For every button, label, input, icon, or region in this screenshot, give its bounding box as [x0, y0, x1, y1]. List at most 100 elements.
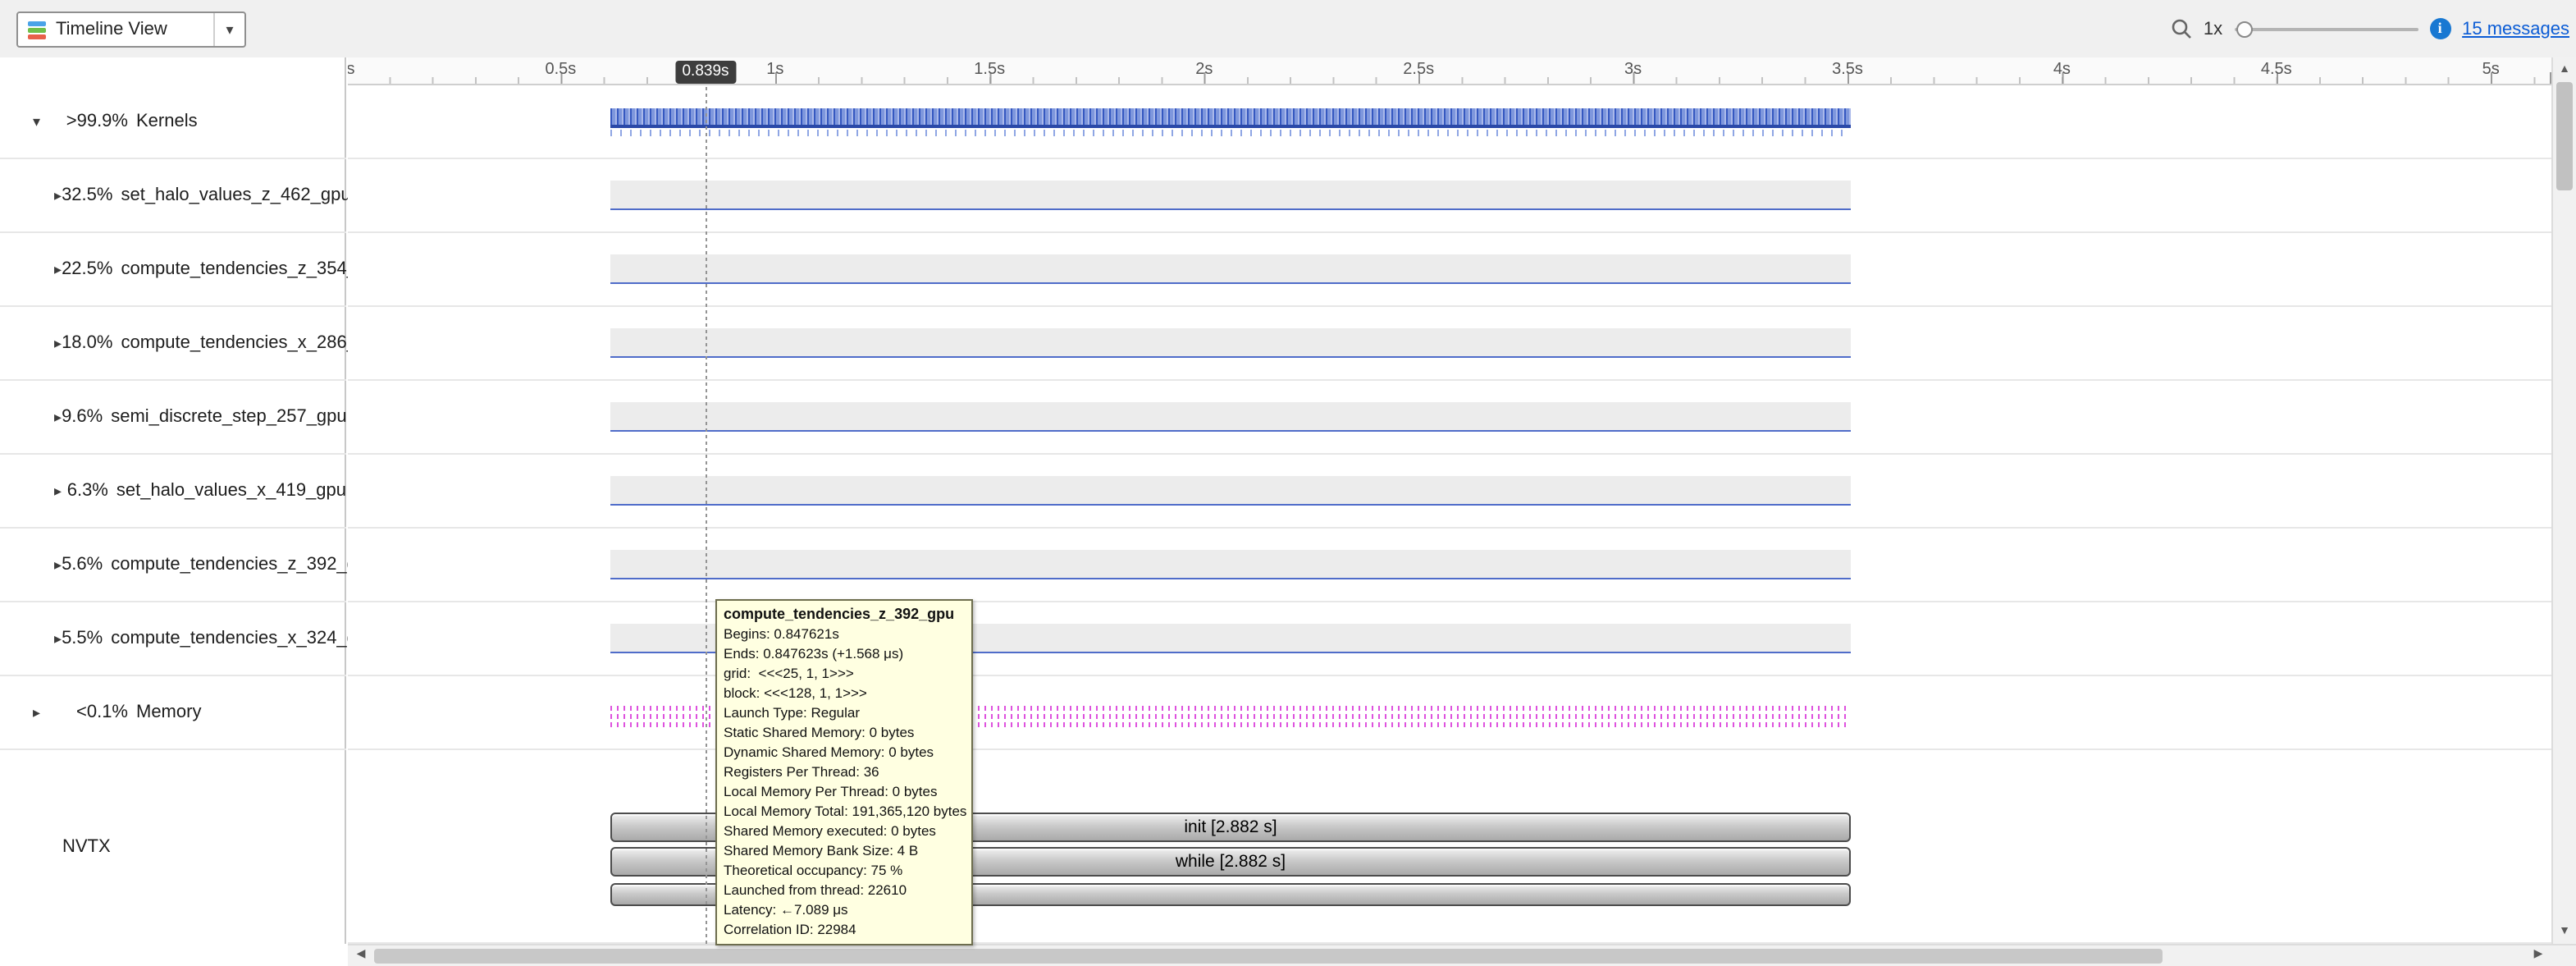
sidebar-item-nvtx[interactable]: NVTX — [0, 750, 346, 944]
row-name: set_halo_values_x_419_gpu — [116, 481, 346, 501]
row-name: Kernels — [136, 112, 198, 131]
expander-right-icon[interactable] — [54, 408, 62, 426]
info-icon: i — [2429, 18, 2450, 39]
expander-right-icon[interactable] — [54, 334, 62, 352]
ruler-tick: 0.5s — [545, 61, 576, 79]
scroll-right-icon[interactable]: ▶ — [2527, 945, 2550, 965]
vertical-scrollbar-thumb[interactable] — [2556, 82, 2573, 190]
tooltip-line: block: <<<128, 1, 1>>> — [724, 683, 965, 703]
messages-link[interactable]: 15 messages — [2462, 19, 2569, 39]
tooltip-line: Dynamic Shared Memory: 0 bytes — [724, 742, 965, 762]
timeline-view-dropdown[interactable]: Timeline View ▾ — [16, 11, 246, 48]
row-name: NVTX — [62, 837, 111, 857]
row-percent: 22.5% — [62, 259, 112, 279]
track-kernel-4 — [348, 381, 2551, 455]
sidebar-item-kernel-5[interactable]: 6.3% set_halo_values_x_419_gpu — [0, 455, 346, 529]
sidebar-item-memory[interactable]: <0.1% Memory — [0, 676, 346, 750]
sidebar-item-kernel-2[interactable]: 22.5% compute_tendencies_z_354_gpu — [0, 233, 346, 307]
sidebar-item-kernel-1[interactable]: 32.5% set_halo_values_z_462_gpu — [0, 159, 346, 233]
track-kernel-5 — [348, 455, 2551, 529]
row-percent: 6.3% — [67, 481, 108, 501]
row-name: compute_tendencies_z_392_gpu — [111, 555, 377, 575]
kernel-activity-band[interactable] — [610, 328, 1851, 358]
tooltip-line: Shared Memory executed: 0 bytes — [724, 821, 965, 840]
expander-right-icon[interactable] — [54, 482, 67, 500]
row-name: set_halo_values_z_462_gpu — [121, 185, 350, 205]
tooltip-line: Latency: ←7.089 μs — [724, 900, 965, 919]
track-kernel-3 — [348, 307, 2551, 381]
zoom-slider[interactable] — [2234, 17, 2418, 40]
sidebar-item-kernels[interactable]: >99.9% Kernels — [0, 85, 346, 159]
expander-right-icon[interactable] — [54, 260, 62, 278]
timeline-ruler[interactable]: 0s 0.5s 1s 1.5s 2s 2.5s 3s 3.5s 4s 4.5s … — [348, 57, 2551, 85]
ruler-tick: 0s — [348, 61, 355, 79]
row-name: compute_tendencies_x_324_gpu — [111, 629, 377, 648]
kernels-launch-ticks — [610, 130, 1851, 136]
ruler-tick: 1.5s — [974, 61, 1005, 79]
row-percent: 9.6% — [62, 407, 103, 427]
row-name: semi_discrete_step_257_gpu — [111, 407, 346, 427]
zoom-level-label: 1x — [2204, 19, 2222, 39]
expander-right-icon[interactable] — [54, 186, 62, 204]
row-percent: <0.1% — [54, 703, 128, 722]
content-area: >99.9% Kernels 32.5% set_halo_values_z_4… — [0, 57, 2576, 944]
scrollbar-corner — [2551, 945, 2576, 966]
expander-down-icon[interactable] — [33, 112, 54, 130]
track-kernels-summary — [348, 85, 2551, 159]
scroll-up-icon[interactable]: ▲ — [2553, 59, 2576, 80]
row-name: compute_tendencies_x_286_gpu — [121, 333, 386, 353]
track-nvtx: init [2.882 s] while [2.882 s] — [348, 750, 2551, 944]
tooltip-line: Launch Type: Regular — [724, 703, 965, 722]
zoom-icon — [2171, 18, 2192, 39]
sidebar-item-kernel-6[interactable]: 5.6% compute_tendencies_z_392_gpu — [0, 529, 346, 602]
tooltip-line: Local Memory Per Thread: 0 bytes — [724, 781, 965, 801]
ruler-tick: 3s — [1624, 61, 1642, 79]
tooltip-line: Ends: 0.847623s (+1.568 μs) — [724, 643, 965, 663]
scroll-down-icon[interactable]: ▼ — [2553, 921, 2576, 942]
horizontal-scrollbar[interactable]: ◀ ▶ — [348, 944, 2576, 966]
timeline-view-icon — [28, 21, 46, 39]
zoom-slider-thumb[interactable] — [2236, 21, 2252, 37]
track-memory — [348, 676, 2551, 750]
ruler-tick: 2s — [1195, 61, 1213, 79]
ruler-tick: 5s — [2482, 61, 2500, 79]
expander-right-icon[interactable] — [54, 556, 62, 574]
kernel-activity-band[interactable] — [610, 476, 1851, 506]
view-dropdown-label: Timeline View — [56, 20, 213, 39]
kernel-activity-band[interactable] — [610, 402, 1851, 432]
tooltip-line: grid: <<<25, 1, 1>>> — [724, 663, 965, 683]
toolbar: Timeline View ▾ 1x i 15 messages — [0, 0, 2576, 57]
track-kernel-2 — [348, 233, 2551, 307]
horizontal-scrollbar-thumb[interactable] — [374, 949, 2163, 964]
ruler-tick: 1s — [766, 61, 783, 79]
ruler-tick: 2.5s — [1403, 61, 1434, 79]
tooltip-line: Correlation ID: 22984 — [724, 919, 965, 939]
expander-right-icon[interactable] — [33, 703, 54, 721]
kernel-activity-band[interactable] — [610, 550, 1851, 579]
zoom-slider-track — [2234, 27, 2418, 30]
row-tree-sidebar: >99.9% Kernels 32.5% set_halo_values_z_4… — [0, 57, 346, 944]
tooltip-line: Theoretical occupancy: 75 % — [724, 860, 965, 880]
nsight-timeline-window: Timeline View ▾ 1x i 15 messages >99.9% … — [0, 0, 2576, 966]
track-kernel-6 — [348, 529, 2551, 602]
tooltip-line: Registers Per Thread: 36 — [724, 762, 965, 781]
scroll-left-icon[interactable]: ◀ — [349, 945, 372, 965]
tooltip-line: Shared Memory Bank Size: 4 B — [724, 840, 965, 860]
tooltip-line: Begins: 0.847621s — [724, 624, 965, 643]
kernel-activity-band[interactable] — [610, 254, 1851, 284]
sidebar-item-kernel-4[interactable]: 9.6% semi_discrete_step_257_gpu — [0, 381, 346, 455]
timeline-canvas[interactable]: 0s 0.5s 1s 1.5s 2s 2.5s 3s 3.5s 4s 4.5s … — [348, 57, 2551, 944]
tooltip-title: compute_tendencies_z_392_gpu — [724, 606, 965, 622]
sidebar-item-kernel-3[interactable]: 18.0% compute_tendencies_x_286_gpu — [0, 307, 346, 381]
vertical-scrollbar[interactable]: ▲ ▼ — [2551, 57, 2576, 944]
ruler-tick: 3.5s — [1832, 61, 1863, 79]
timeline-cursor-line — [706, 57, 707, 944]
row-name: Memory — [136, 703, 201, 722]
kernels-activity-bar[interactable] — [610, 108, 1851, 128]
expander-right-icon[interactable] — [54, 630, 62, 648]
kernel-activity-band[interactable] — [610, 181, 1851, 210]
chevron-down-icon[interactable]: ▾ — [213, 13, 244, 46]
row-percent: 32.5% — [62, 185, 112, 205]
track-kernel-1 — [348, 159, 2551, 233]
sidebar-item-kernel-7[interactable]: 5.5% compute_tendencies_x_324_gpu — [0, 602, 346, 676]
